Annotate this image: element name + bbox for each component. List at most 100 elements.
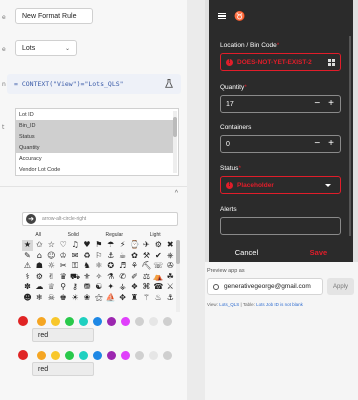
icon-option[interactable]: ♚ [58,293,69,304]
icon-option[interactable]: ☏ [153,261,164,272]
icon-option[interactable]: ⚡ [117,240,128,251]
icon-option[interactable]: ✂ [58,261,69,272]
preview-user-input[interactable]: generativegeorge@gmail.com [207,278,323,295]
color-swatch[interactable] [163,316,172,326]
icon-option[interactable]: ⎈ [165,251,176,262]
field-input[interactable]: ! DOES-NOT-YET-EXIST-2 [220,53,341,71]
icon-option[interactable]: ♨ [153,293,164,304]
color-swatch[interactable] [135,316,144,326]
icon-option[interactable]: ☂ [105,240,116,251]
color-swatch[interactable] [121,316,130,326]
icon-option[interactable]: ✇ [165,261,176,272]
color-swatch[interactable] [37,350,46,360]
flask-test-icon[interactable] [165,79,173,88]
icon-option[interactable]: ♞ [81,261,92,272]
icon-option[interactable]: ♥ [81,240,92,251]
rule-name-input[interactable]: New Format Rule [15,8,93,24]
minus-icon[interactable]: − [314,99,320,109]
collapse-chevron-icon[interactable]: ^ [175,190,178,197]
listbox-scrollbar[interactable] [173,111,177,173]
icon-option[interactable]: ⛟ [70,272,81,283]
icon-option[interactable]: ☆ [46,240,57,251]
icon-option[interactable]: ★ [22,240,33,251]
barcode-scan-icon[interactable] [328,59,335,66]
color-swatch[interactable] [149,316,158,326]
color-swatch[interactable] [121,350,130,360]
selected-color-swatch[interactable] [18,316,28,326]
apply-button[interactable]: Apply [327,278,354,295]
color-swatch[interactable] [135,350,144,360]
icon-option[interactable]: ⚓ [165,293,176,304]
icon-style-tab[interactable]: Regular [106,232,124,238]
hamburger-menu-icon[interactable] [218,12,226,20]
color-swatch[interactable] [79,316,88,326]
icon-option[interactable]: ♜ [129,293,140,304]
icon-option[interactable]: ❖ [129,282,140,293]
column-option[interactable]: Lot ID [16,109,173,120]
color-swatch[interactable] [65,350,74,360]
icon-option[interactable]: ✆ [117,272,128,283]
icon-option[interactable]: ☎ [153,282,164,293]
color-swatch[interactable] [107,350,116,360]
icon-option[interactable]: ⚷ [70,282,81,293]
color-swatch[interactable] [65,316,74,326]
color-swatch[interactable] [163,350,172,360]
icon-option[interactable]: ⚠ [22,261,33,272]
icon-option[interactable]: ✉ [70,251,81,262]
icon-option[interactable]: ⌚ [129,240,140,251]
icon-option[interactable]: ✈ [141,240,152,251]
icon-option[interactable]: ⚕ [22,272,33,283]
icon-option[interactable]: ⚶ [117,282,128,293]
icon-option[interactable]: ⌂ [34,251,45,262]
column-option[interactable]: Bin_ID [16,120,173,131]
icon-option[interactable]: ⚓ [105,251,116,262]
color-swatch[interactable] [93,316,102,326]
color-swatch[interactable] [51,316,60,326]
icon-option[interactable]: ✽ [22,282,33,293]
icon-option[interactable]: ⛺ [153,272,164,283]
icon-option[interactable]: ❄ [34,293,45,304]
view-link[interactable]: Lots_QLS [219,302,239,307]
icon-option[interactable]: ⛵ [105,293,116,304]
icon-option[interactable]: ⚛ [93,261,104,272]
icon-option[interactable]: ✌ [46,272,57,283]
icon-option[interactable]: ✩ [34,240,45,251]
icon-option[interactable]: ☘ [165,272,176,283]
icon-style-tab[interactable]: Solid [68,232,79,238]
color-swatch[interactable] [93,350,102,360]
icon-option[interactable]: ☼ [46,261,57,272]
icon-option[interactable]: ⛃ [81,282,92,293]
table-select[interactable]: Lots ⌄ [15,40,77,56]
save-button[interactable]: Save [310,248,328,257]
icon-option[interactable]: ♬ [117,261,128,272]
text-color-input[interactable]: red [32,328,94,342]
icon-style-tab[interactable]: Light [150,232,161,238]
icon-option[interactable]: ⚝ [93,293,104,304]
icon-option[interactable]: ⚿ [70,261,81,272]
icon-option[interactable]: ☕ [117,251,128,262]
plus-icon[interactable]: + [328,99,334,109]
icon-option[interactable]: ⚗ [105,272,116,283]
icon-option[interactable]: ⌘ [141,282,152,293]
icon-option[interactable]: ☀ [70,293,81,304]
icon-option[interactable]: ☻ [22,293,33,304]
icon-option[interactable]: ⚑ [93,240,104,251]
color-swatch[interactable] [51,350,60,360]
icon-option[interactable]: ✎ [22,251,33,262]
icon-option[interactable]: ❀ [81,293,92,304]
icon-option[interactable]: ⛏ [141,261,152,272]
icon-search-input[interactable]: ➜ arrow-alt-circle-right [22,212,178,226]
icon-option[interactable]: ☁ [34,282,45,293]
columns-listbox[interactable]: Lot ID Bin_ID Status Quantity Accuracy Vendor… [15,108,179,176]
icon-option[interactable]: ⚙ [153,240,164,251]
column-option[interactable]: Accuracy [16,153,173,164]
icon-option[interactable]: ⚘ [129,261,140,272]
plus-icon[interactable]: + [328,139,334,149]
icon-option[interactable]: ⚜ [81,272,92,283]
color-swatch[interactable] [37,316,46,326]
icon-option[interactable]: ♡ [58,240,69,251]
icon-option[interactable]: ♔ [58,251,69,262]
icon-option[interactable]: ♛ [58,272,69,283]
icon-option[interactable]: ✿ [129,251,140,262]
icon-option[interactable]: ⚚ [141,293,152,304]
